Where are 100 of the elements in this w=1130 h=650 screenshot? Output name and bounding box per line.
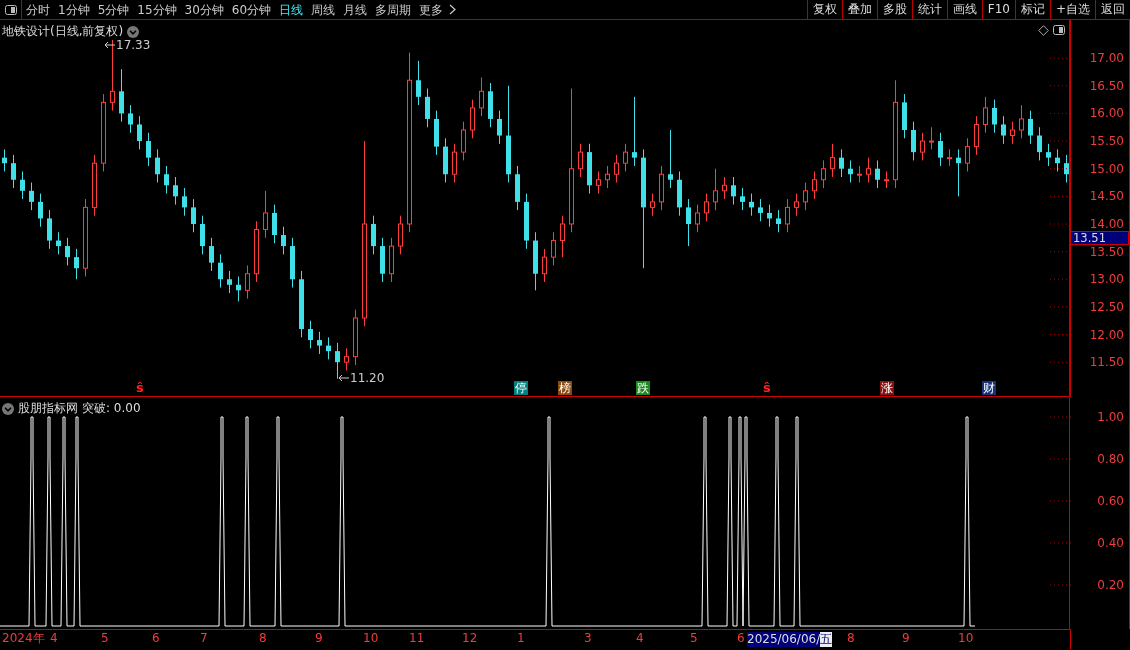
toolbar-button[interactable]: 叠加 xyxy=(841,0,877,19)
toolbar-button[interactable]: 复权 xyxy=(806,0,842,19)
candle xyxy=(938,132,943,167)
candle xyxy=(1055,148,1060,172)
candle xyxy=(479,77,484,117)
candle xyxy=(11,154,16,189)
candle xyxy=(758,198,763,222)
toolbar-button[interactable]: F10 xyxy=(981,0,1015,19)
candle xyxy=(956,148,961,197)
candle xyxy=(1010,121,1015,145)
period-tab[interactable]: 多周期 xyxy=(371,0,416,19)
date-label: 1 xyxy=(517,631,525,646)
candle xyxy=(2,148,7,172)
toolbar-button[interactable]: 标记 xyxy=(1014,0,1050,19)
period-tab[interactable]: 15分钟 xyxy=(133,0,181,19)
axis-label: 0.80 xyxy=(1097,451,1124,467)
toolbar-button[interactable]: 统计 xyxy=(911,0,947,19)
candle xyxy=(515,165,520,211)
signal-mark: ŝ xyxy=(763,380,771,395)
period-tab[interactable]: 周线 xyxy=(307,0,340,19)
more-menu[interactable]: 更多 xyxy=(415,0,448,19)
candle xyxy=(20,170,25,200)
candle xyxy=(389,237,394,283)
candle xyxy=(632,96,637,167)
candle xyxy=(74,248,79,280)
candle xyxy=(425,88,430,128)
axis-label: 11.50 xyxy=(1089,354,1124,371)
candle xyxy=(812,170,817,200)
candle xyxy=(902,93,907,139)
low-price-label: 11.20 xyxy=(350,371,385,385)
candle xyxy=(686,198,691,247)
candle xyxy=(677,170,682,217)
candle xyxy=(596,170,601,195)
date-label: 9 xyxy=(902,631,910,646)
axis-label: 13.50 xyxy=(1089,243,1124,260)
candle xyxy=(983,96,988,134)
candle xyxy=(947,148,952,167)
event-tag: 停 xyxy=(514,381,528,395)
candle xyxy=(452,143,457,183)
candle xyxy=(326,336,331,360)
toolbar-button[interactable]: +自选 xyxy=(1049,0,1095,19)
chevron-right-icon[interactable] xyxy=(449,4,457,15)
candle xyxy=(299,270,304,338)
toolbar-button[interactable]: 返回 xyxy=(1095,0,1130,19)
period-tab[interactable]: 月线 xyxy=(339,0,372,19)
candle xyxy=(668,129,673,189)
date-label: 4 xyxy=(636,631,644,646)
candle xyxy=(839,148,844,178)
dropdown-icon[interactable] xyxy=(2,402,14,415)
candle xyxy=(623,143,628,172)
candle xyxy=(380,237,385,283)
period-tab[interactable]: 分时 xyxy=(22,0,54,19)
candle xyxy=(884,170,889,189)
candle xyxy=(605,165,610,189)
axis-label: 16.50 xyxy=(1089,77,1124,94)
candle xyxy=(470,99,475,139)
period-tab[interactable]: 5分钟 xyxy=(93,0,134,19)
date-label: 6 xyxy=(737,631,745,646)
axis-label: 14.00 xyxy=(1089,215,1124,232)
date-label: 9 xyxy=(315,631,323,646)
event-tag: 跌 xyxy=(636,381,650,395)
candle xyxy=(578,143,583,178)
signal-mark: ŝ xyxy=(136,380,144,395)
candle xyxy=(920,132,925,161)
axis-label: 16.00 xyxy=(1089,105,1124,122)
candle xyxy=(659,165,664,211)
date-label: 10 xyxy=(958,631,974,646)
candle xyxy=(263,190,268,239)
candle xyxy=(803,182,808,211)
candle xyxy=(56,231,61,255)
period-tab[interactable]: 60分钟 xyxy=(227,0,276,19)
candle xyxy=(551,231,556,266)
candle xyxy=(857,165,862,183)
panel-toggle-icon[interactable] xyxy=(1053,25,1066,35)
dropdown-icon[interactable] xyxy=(127,25,140,38)
axis-label: 12.50 xyxy=(1089,298,1124,315)
diamond-icon[interactable] xyxy=(1038,25,1050,36)
axis-label: 15.50 xyxy=(1089,133,1124,150)
candle xyxy=(398,215,403,255)
event-tag: 财 xyxy=(982,381,996,395)
candle xyxy=(335,342,340,380)
candle xyxy=(1019,104,1024,139)
period-tab[interactable]: 1分钟 xyxy=(54,0,94,19)
date-label: 4 xyxy=(50,631,58,646)
candle xyxy=(236,276,241,302)
axis-label: 15.00 xyxy=(1089,160,1124,177)
toolbar-button[interactable]: 画线 xyxy=(946,0,982,19)
candle xyxy=(290,237,295,289)
candle xyxy=(776,209,781,233)
axis-label: 0.60 xyxy=(1097,493,1124,509)
candle xyxy=(524,193,529,250)
toolbar-button[interactable]: 多股 xyxy=(876,0,912,19)
candle xyxy=(47,209,52,250)
chart-title: 地铁设计(日线,前复权) xyxy=(2,23,124,40)
date-label: 5 xyxy=(101,631,109,646)
period-tab[interactable]: 30分钟 xyxy=(180,0,228,19)
date-label: 12 xyxy=(462,631,478,646)
candle xyxy=(587,143,592,195)
candle xyxy=(308,320,313,349)
period-tab[interactable]: 日线 xyxy=(275,0,308,19)
